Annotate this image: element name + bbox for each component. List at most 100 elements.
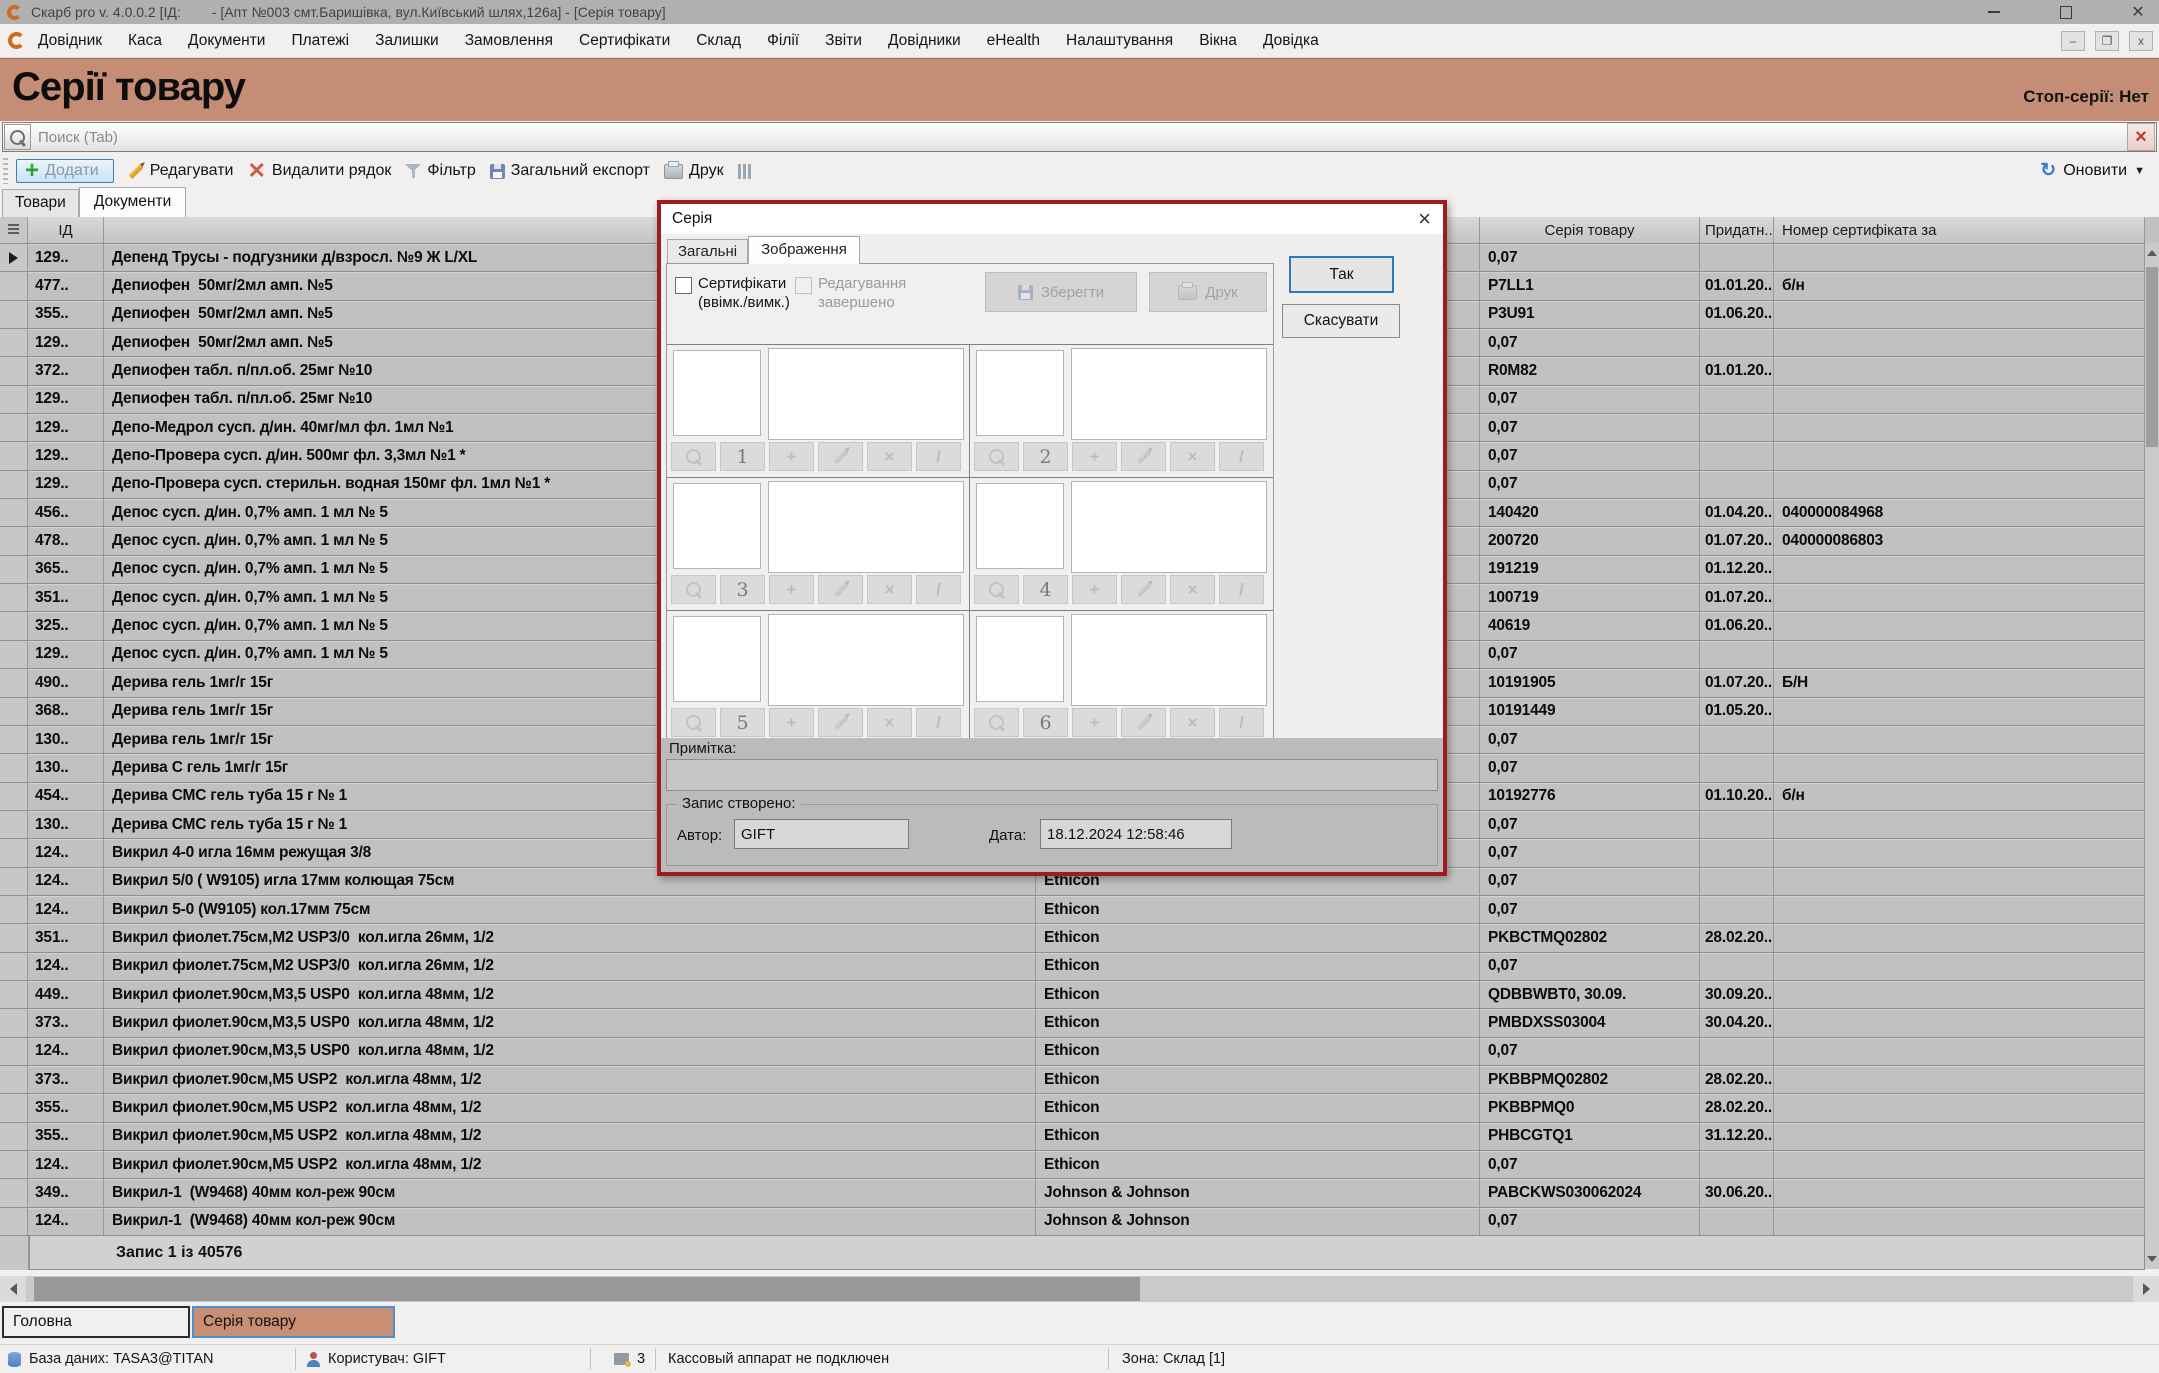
slot-zoom-button[interactable]: [671, 442, 716, 471]
table-row[interactable]: 124.. Викрил фиолет.90см,М3,5 USP0 кол.и…: [0, 1038, 2159, 1066]
table-row[interactable]: 349.. Викрил-1 (W9468) 40мм кол-реж 90см…: [0, 1179, 2159, 1207]
date-field[interactable]: [1040, 819, 1232, 849]
menu-item[interactable]: Каса: [115, 32, 175, 49]
slot-edit-button[interactable]: [1121, 442, 1166, 471]
menu-item[interactable]: Залишки: [362, 32, 452, 49]
checkbox-box-icon[interactable]: [675, 277, 692, 294]
dialog-close-icon[interactable]: ×: [1418, 206, 1431, 232]
slot-delete-button[interactable]: ×: [867, 708, 912, 737]
toolbar-grip[interactable]: [3, 158, 8, 184]
menu-item[interactable]: eHealth: [974, 32, 1053, 49]
slot-clear-button[interactable]: /: [1219, 575, 1264, 604]
search-input[interactable]: [32, 128, 2127, 147]
slot-delete-button[interactable]: ×: [1170, 708, 1215, 737]
slot-zoom-button[interactable]: [974, 708, 1019, 737]
slot-add-button[interactable]: +: [769, 708, 814, 737]
scroll-down-icon[interactable]: [2145, 1249, 2159, 1269]
filter-button[interactable]: Фільтр: [405, 162, 475, 180]
header-id[interactable]: ІД: [28, 217, 104, 243]
header-series[interactable]: Серія товару: [1480, 217, 1700, 243]
columns-button[interactable]: [738, 164, 751, 179]
vertical-scrollbar[interactable]: [2145, 243, 2159, 1269]
slot-delete-button[interactable]: ×: [1170, 575, 1215, 604]
menu-item[interactable]: Довідники: [875, 32, 974, 49]
ok-button[interactable]: Так: [1289, 256, 1394, 293]
menu-item[interactable]: Довідник: [25, 32, 115, 49]
slot-delete-button[interactable]: ×: [867, 575, 912, 604]
slot-add-button[interactable]: +: [769, 575, 814, 604]
table-row[interactable]: 124.. Викрил 5-0 (W9105) кол.17мм 75см E…: [0, 896, 2159, 924]
bottom-tab-holovna[interactable]: Головна: [2, 1306, 190, 1338]
refresh-button[interactable]: ↻ Оновити ▼: [2040, 159, 2145, 182]
scroll-up-icon[interactable]: [2145, 243, 2159, 263]
slot-edit-button[interactable]: [1121, 708, 1166, 737]
minimize-icon[interactable]: [1981, 2, 2007, 22]
mdi-restore-icon[interactable]: ❐: [2095, 31, 2119, 51]
table-row[interactable]: 351.. Викрил фиолет.75см,М2 USP3/0 кол.и…: [0, 924, 2159, 952]
bottom-tab-seriya-tovaru[interactable]: Серія товару: [192, 1306, 395, 1338]
chevron-down-icon[interactable]: ▼: [2134, 165, 2145, 177]
slot-clear-button[interactable]: /: [916, 442, 961, 471]
save-button[interactable]: Зберегти: [985, 272, 1137, 312]
author-field[interactable]: [734, 819, 909, 849]
scroll-left-icon[interactable]: [0, 1276, 26, 1302]
menu-item[interactable]: Філії: [754, 32, 812, 49]
tab-tovary[interactable]: Товари: [2, 189, 79, 217]
mdi-minimize-icon[interactable]: –: [2061, 31, 2085, 51]
search-clear-button[interactable]: ×: [2127, 123, 2155, 151]
tab-dokumenty[interactable]: Документи: [79, 187, 186, 217]
menu-item[interactable]: Сертифікати: [566, 32, 683, 49]
table-row[interactable]: 124.. Викрил-1 (W9468) 40мм кол-реж 90см…: [0, 1208, 2159, 1236]
restore-icon[interactable]: [2053, 2, 2079, 22]
table-row[interactable]: 373.. Викрил фиолет.90см,М5 USP2 кол.игл…: [0, 1066, 2159, 1094]
table-row[interactable]: 124.. Викрил фиолет.75см,М2 USP3/0 кол.и…: [0, 953, 2159, 981]
delete-row-button[interactable]: ✕ Видалити рядок: [247, 162, 391, 180]
cancel-button[interactable]: Скасувати: [1282, 304, 1400, 338]
table-row[interactable]: 124.. Викрил фиолет.90см,М5 USP2 кол.игл…: [0, 1151, 2159, 1179]
slot-add-button[interactable]: +: [1072, 708, 1117, 737]
slot-zoom-button[interactable]: [974, 442, 1019, 471]
slot-clear-button[interactable]: /: [1219, 708, 1264, 737]
menu-item[interactable]: Платежі: [278, 32, 362, 49]
note-input[interactable]: [666, 759, 1438, 791]
checkbox-box-icon[interactable]: [795, 277, 812, 294]
slot-edit-button[interactable]: [818, 575, 863, 604]
certificates-checkbox[interactable]: Сертифікати (ввімк./вимк.): [675, 274, 790, 312]
scroll-right-icon[interactable]: [2133, 1276, 2159, 1302]
menu-item[interactable]: Склад: [683, 32, 754, 49]
slot-edit-button[interactable]: [1121, 575, 1166, 604]
slot-add-button[interactable]: +: [769, 442, 814, 471]
slot-clear-button[interactable]: /: [916, 708, 961, 737]
horizontal-scrollbar[interactable]: [0, 1276, 2159, 1302]
slot-delete-button[interactable]: ×: [867, 442, 912, 471]
close-icon[interactable]: ✕: [2125, 2, 2151, 22]
slot-zoom-button[interactable]: [671, 575, 716, 604]
header-expiry[interactable]: Придатн...: [1700, 217, 1774, 243]
slot-add-button[interactable]: +: [1072, 442, 1117, 471]
add-button[interactable]: + Додати: [16, 159, 114, 183]
table-row[interactable]: 355.. Викрил фиолет.90см,М5 USP2 кол.игл…: [0, 1094, 2159, 1122]
table-row[interactable]: 373.. Викрил фиолет.90см,М3,5 USP0 кол.и…: [0, 1009, 2159, 1037]
dialog-print-button[interactable]: Друк: [1149, 272, 1267, 312]
slot-edit-button[interactable]: [818, 442, 863, 471]
slot-zoom-button[interactable]: [974, 575, 1019, 604]
menu-item[interactable]: Замовлення: [452, 32, 566, 49]
table-row[interactable]: 449.. Викрил фиолет.90см,М3,5 USP0 кол.и…: [0, 981, 2159, 1009]
export-button[interactable]: Загальний експорт: [490, 162, 650, 180]
slot-clear-button[interactable]: /: [1219, 442, 1264, 471]
menu-item[interactable]: Довідка: [1250, 32, 1332, 49]
slot-add-button[interactable]: +: [1072, 575, 1117, 604]
horizontal-scroll-thumb[interactable]: [34, 1277, 1140, 1301]
table-row[interactable]: 355.. Викрил фиолет.90см,М5 USP2 кол.игл…: [0, 1123, 2159, 1151]
vertical-scroll-thumb[interactable]: [2146, 267, 2158, 447]
header-certificate[interactable]: Номер сертифіката за: [1774, 217, 2145, 243]
slot-delete-button[interactable]: ×: [1170, 442, 1215, 471]
menu-item[interactable]: Документи: [175, 32, 278, 49]
slot-zoom-button[interactable]: [671, 708, 716, 737]
editing-done-checkbox[interactable]: Редагування завершено: [795, 274, 906, 312]
menu-item[interactable]: Звіти: [812, 32, 875, 49]
menu-item[interactable]: Налаштування: [1053, 32, 1186, 49]
slot-edit-button[interactable]: [818, 708, 863, 737]
header-selector-cell[interactable]: [0, 217, 28, 243]
mdi-close-icon[interactable]: x: [2129, 31, 2153, 51]
